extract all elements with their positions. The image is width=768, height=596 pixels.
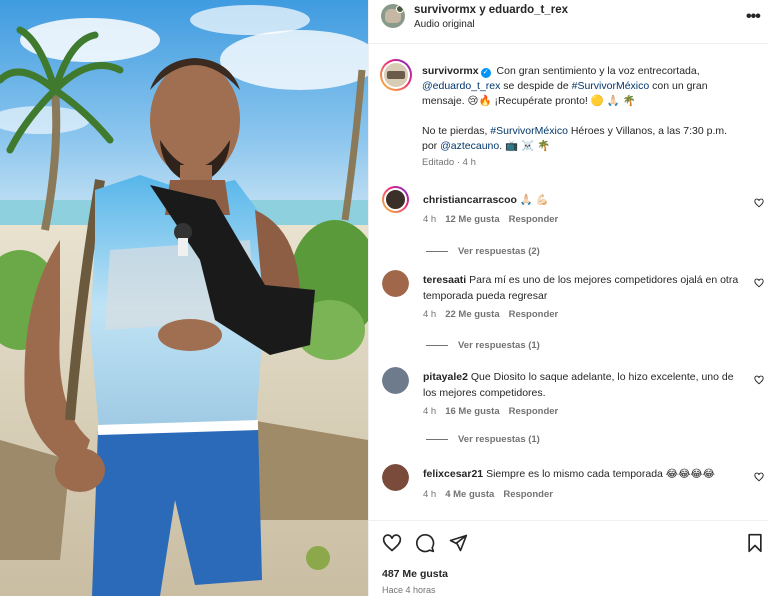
verified-badge-icon: ✓	[480, 68, 491, 78]
comment-likes[interactable]: 16 Me gusta	[445, 406, 499, 417]
reply-button[interactable]: Responder	[509, 214, 559, 225]
audio-link[interactable]: Audio original	[414, 19, 475, 30]
view-replies-button[interactable]: Ver respuestas (1)	[426, 340, 540, 351]
hashtag-link[interactable]: #SurvivorMéxico	[490, 125, 568, 137]
comment-body: Que Diosito lo saque adelante, lo hizo e…	[423, 371, 734, 399]
comment-avatar[interactable]	[382, 464, 409, 491]
caption-line3: mensaje. 😢🔥 ¡Recupérate pronto! 🟡 🙏🏻 🌴	[422, 95, 636, 107]
view-replies-button[interactable]: Ver respuestas (1)	[426, 434, 540, 445]
comment-avatar[interactable]	[382, 270, 409, 297]
reply-button[interactable]: Responder	[509, 406, 559, 417]
share-icon[interactable]	[448, 533, 468, 553]
mention-link[interactable]: @aztecauno	[440, 140, 499, 152]
like-heart-icon[interactable]	[382, 533, 402, 553]
comment-username[interactable]: christiancarrascoo	[423, 194, 517, 206]
like-heart-icon[interactable]	[754, 375, 764, 385]
caption-line2-mid: se despide de	[500, 80, 572, 92]
caption-line4-start: No te pierdas,	[422, 125, 491, 137]
comment-body: Siempre es lo mismo cada temporada 😂😂😂😂	[486, 468, 715, 480]
caption-line5-start: por	[422, 140, 441, 152]
post-photo[interactable]	[0, 0, 368, 596]
caption-meta: Editado · 4 h	[422, 157, 476, 168]
likes-count[interactable]: 487 Me gusta	[382, 568, 448, 580]
collab-avatar[interactable]	[381, 4, 405, 28]
post-header: survivormx y eduardo_t_rex Audio origina…	[369, 0, 768, 44]
comment-meta: 4 h 22 Me gusta Responder	[423, 309, 567, 320]
comment-avatar[interactable]	[382, 186, 409, 213]
like-heart-icon[interactable]	[754, 198, 764, 208]
caption-line4-end: Héroes y Villanos, a las 7:30 p.m.	[567, 125, 728, 137]
comment-username[interactable]: felixcesar21	[423, 468, 483, 480]
more-options-icon[interactable]: •••	[746, 8, 761, 26]
caption-line5-end: . 📺 ☠️ 🌴	[499, 140, 551, 152]
comment-meta: 4 h 16 Me gusta Responder	[423, 406, 567, 417]
caption-line1: Con gran sentimiento y la voz entrecorta…	[493, 65, 700, 77]
comment-text: felixcesar21 Siempre es lo mismo cada te…	[423, 466, 745, 482]
caption-username[interactable]: survivormx	[422, 65, 479, 77]
reply-button[interactable]: Responder	[503, 489, 553, 500]
comment-username[interactable]: pitayale2	[423, 371, 468, 383]
post-time: Hace 4 horas	[382, 585, 436, 595]
reply-button[interactable]: Responder	[509, 309, 559, 320]
comment-time: 4 h	[423, 489, 437, 500]
comment-body: 🙏🏻 💪🏻	[519, 194, 549, 206]
post-image	[0, 0, 368, 596]
post-actions: 487 Me gusta Hace 4 horas	[369, 520, 768, 596]
comment-time: 4 h	[423, 214, 437, 225]
comment-text: teresaati Para mí es uno de los mejores …	[423, 272, 745, 304]
comment-icon[interactable]	[415, 533, 435, 553]
comment-meta: 4 h 4 Me gusta Responder	[423, 489, 562, 500]
caption-line2-end: con un gran	[649, 80, 708, 92]
comment-likes[interactable]: 12 Me gusta	[445, 214, 499, 225]
post-panel: survivormx y eduardo_t_rex Audio origina…	[368, 0, 768, 596]
comment-avatar[interactable]	[382, 367, 409, 394]
comment-likes[interactable]: 22 Me gusta	[445, 309, 499, 320]
comment-time: 4 h	[423, 309, 437, 320]
comment-text: pitayale2 Que Diosito lo saque adelante,…	[423, 369, 745, 401]
like-heart-icon[interactable]	[754, 472, 764, 482]
save-bookmark-icon[interactable]	[745, 533, 765, 553]
comment-likes[interactable]: 4 Me gusta	[445, 489, 494, 500]
view-replies-button[interactable]: Ver respuestas (2)	[426, 246, 540, 257]
author-avatar[interactable]	[380, 59, 412, 91]
comment-text: christiancarrascoo 🙏🏻 💪🏻	[423, 192, 745, 208]
collab-usernames[interactable]: survivormx y eduardo_t_rex	[414, 4, 568, 16]
comment-username[interactable]: teresaati	[423, 274, 466, 286]
hashtag-link[interactable]: #SurvivorMéxico	[572, 80, 650, 92]
mention-link[interactable]: @eduardo_t_rex	[422, 80, 500, 92]
comment-meta: 4 h 12 Me gusta Responder	[423, 214, 567, 225]
like-heart-icon[interactable]	[754, 278, 764, 288]
comment-time: 4 h	[423, 406, 437, 417]
caption-text: survivormx ✓ Con gran sentimiento y la vo…	[422, 64, 744, 154]
comment-body: Para mí es uno de los mejores competidor…	[423, 274, 739, 302]
